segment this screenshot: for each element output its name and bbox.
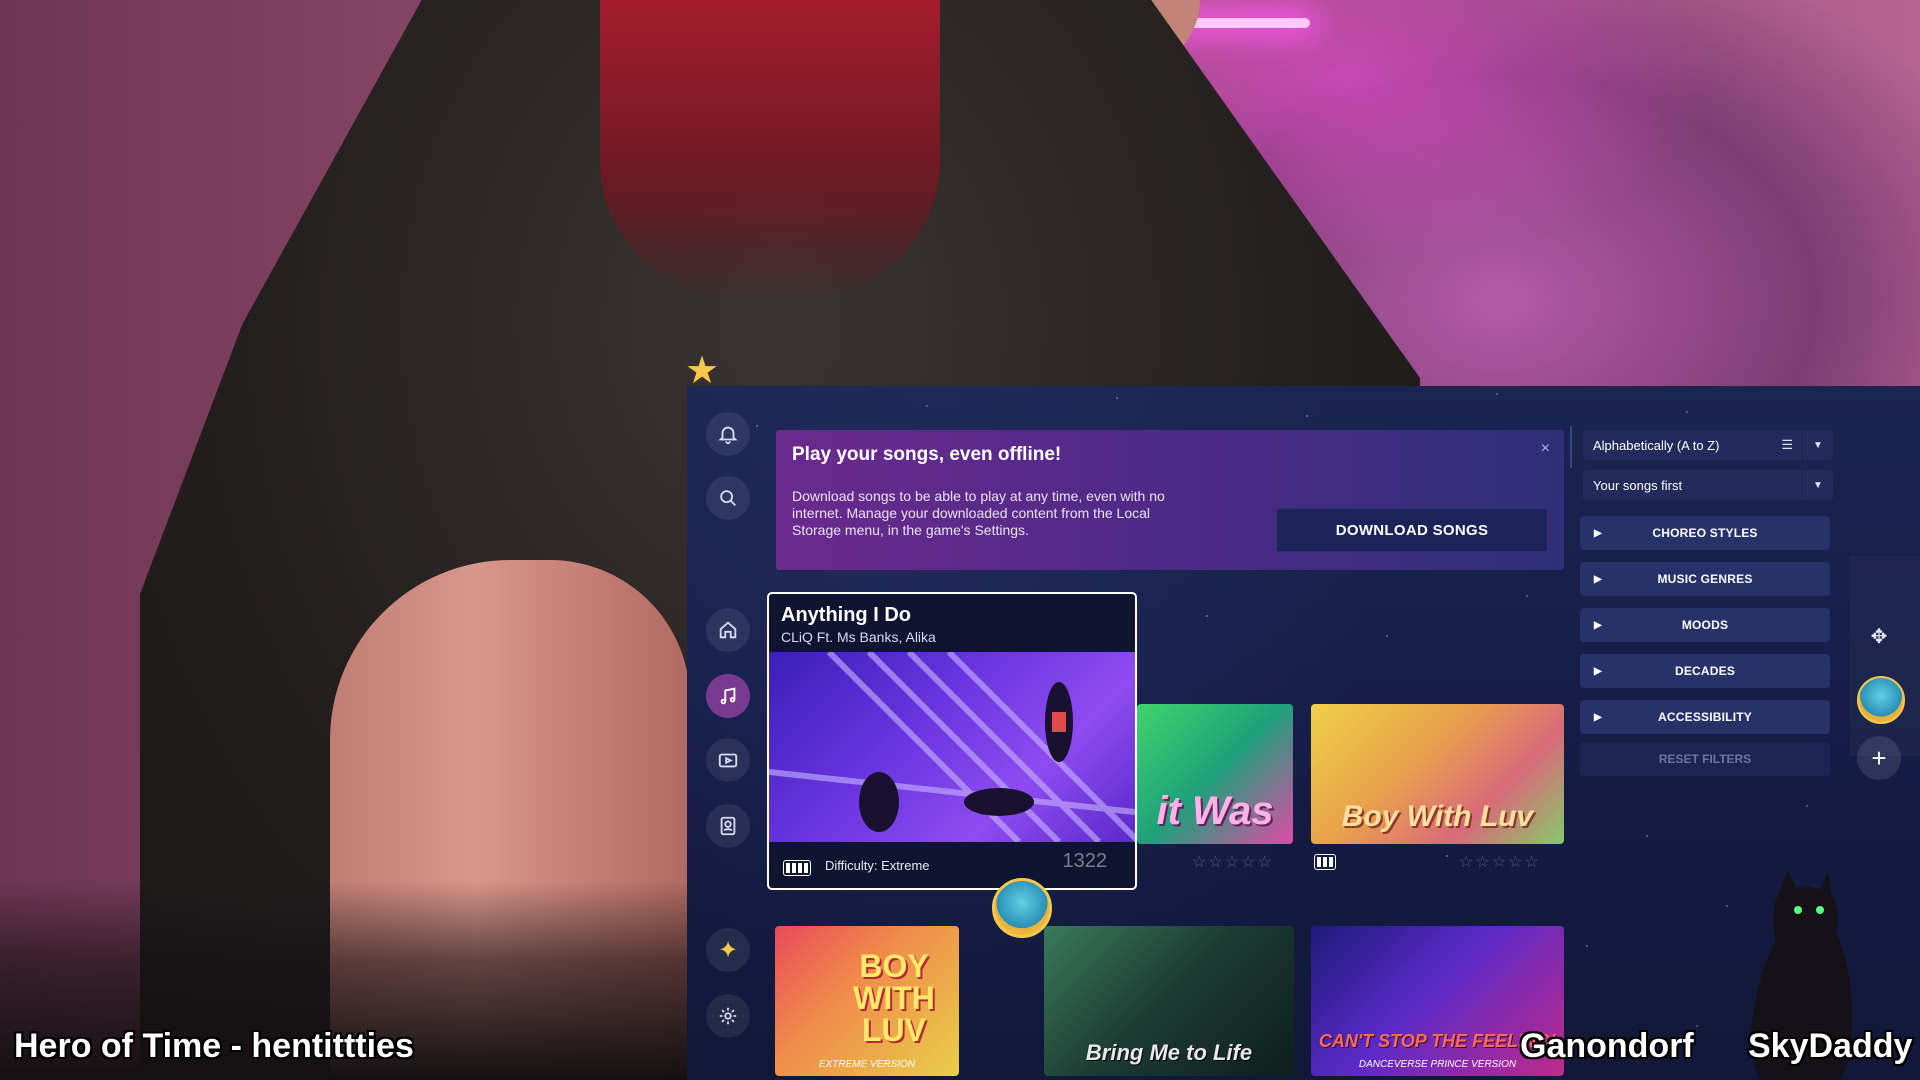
filter-moods[interactable]: ▶ MOODS: [1580, 608, 1830, 642]
song-tile-subtitle: EXTREME VERSION: [818, 1059, 916, 1070]
filter-label: ACCESSIBILITY: [1658, 710, 1752, 724]
search-icon[interactable]: [706, 476, 750, 520]
chevron-down-icon[interactable]: ▼: [1802, 470, 1833, 500]
banner-body: Download songs to be able to play at any…: [792, 488, 1165, 538]
order-dropdown-value: Your songs first: [1593, 477, 1683, 493]
expand-arrow-icon: ▶: [1594, 711, 1602, 723]
profile-icon[interactable]: [706, 804, 750, 848]
difficulty-bars: [783, 860, 811, 876]
chevron-down-icon[interactable]: ▼: [1802, 430, 1833, 460]
filter-accessibility[interactable]: ▶ ACCESSIBILITY: [1580, 700, 1830, 734]
stream-overlay-left: Hero of Time - hentittties: [14, 1027, 414, 1065]
song-tile[interactable]: Bring Me to Life: [1044, 926, 1294, 1076]
expand-arrow-icon: ▶: [1594, 665, 1602, 677]
song-tile[interactable]: BOY WITH LUV EXTREME VERSION: [775, 926, 959, 1076]
expand-arrow-icon: ▶: [1594, 619, 1602, 631]
difficulty-label: Difficulty: Extreme: [825, 858, 930, 873]
bell-icon[interactable]: [706, 412, 750, 456]
stream-overlay-ganondorf: Ganondorf: [1520, 1027, 1694, 1065]
sparkle-icon[interactable]: ✦: [706, 928, 750, 972]
webcam-hair: [600, 0, 940, 300]
filter-decades[interactable]: ▶ DECADES: [1580, 654, 1830, 688]
filter-label: CHOREO STYLES: [1652, 526, 1758, 540]
plus-icon[interactable]: +: [1857, 736, 1901, 780]
video-icon[interactable]: [706, 738, 750, 782]
home-icon[interactable]: [706, 608, 750, 652]
song-tile-title: Bring Me to Life: [1085, 1040, 1253, 1065]
filter-label: MOODS: [1681, 618, 1729, 632]
filter-music-genres[interactable]: ▶ MUSIC GENRES: [1580, 562, 1830, 596]
expand-arrow-icon: ▶: [1594, 527, 1602, 539]
song-tile-title: BOY WITH LUV: [853, 948, 935, 1048]
close-icon[interactable]: ×: [1541, 440, 1550, 458]
music-note-icon[interactable]: [706, 674, 750, 718]
song-artist: CLiQ Ft. Ms Banks, Alika: [781, 629, 936, 645]
scrollbar[interactable]: [1570, 426, 1572, 468]
song-tile-title: it Was: [1156, 789, 1274, 833]
song-rating-stars: ☆☆☆☆☆: [1459, 854, 1541, 871]
just-dance-song-browser: ✦ Play your songs, even offline! Downloa…: [687, 386, 1920, 1080]
song-score: 1322: [1062, 850, 1108, 872]
download-songs-button[interactable]: DOWNLOAD SONGS: [1276, 508, 1548, 552]
song-tile-title: Boy With Luv: [1341, 800, 1534, 833]
song-tile[interactable]: Boy With Luv: [1311, 704, 1564, 844]
sort-dropdown[interactable]: Alphabetically (A to Z) ☰ ▼: [1583, 430, 1833, 460]
difficulty-bars: [1314, 854, 1336, 870]
song-rating-stars: ☆☆☆☆☆: [1192, 854, 1274, 871]
song-tile[interactable]: it Was: [1137, 704, 1293, 844]
banner-title: Play your songs, even offline!: [792, 444, 1062, 465]
song-preview-video: [769, 652, 1135, 842]
featured-song-card[interactable]: Anything I Do CLiQ Ft. Ms Banks, Alika D…: [767, 592, 1137, 890]
stream-overlay-skydaddy: SkyDaddy: [1748, 1027, 1913, 1065]
offline-promo-banner: Play your songs, even offline! Download …: [776, 430, 1564, 570]
song-title: Anything I Do: [781, 604, 911, 626]
preview-stage-lines: [769, 652, 1135, 842]
avatar[interactable]: [1857, 676, 1905, 724]
sort-dropdown-value: Alphabetically (A to Z): [1593, 437, 1720, 453]
order-dropdown[interactable]: Your songs first ▼: [1583, 470, 1833, 500]
filter-label: MUSIC GENRES: [1657, 572, 1753, 586]
controller-icon[interactable]: ✥: [1857, 614, 1901, 658]
gear-icon[interactable]: [706, 994, 750, 1038]
filter-label: DECADES: [1674, 664, 1736, 678]
player-avatar: [992, 878, 1052, 938]
expand-arrow-icon: ▶: [1594, 573, 1602, 585]
sort-order-icon[interactable]: ☰: [1781, 437, 1793, 453]
reset-filters-button[interactable]: RESET FILTERS: [1580, 742, 1830, 776]
filter-choreo-styles[interactable]: ▶ CHOREO STYLES: [1580, 516, 1830, 550]
